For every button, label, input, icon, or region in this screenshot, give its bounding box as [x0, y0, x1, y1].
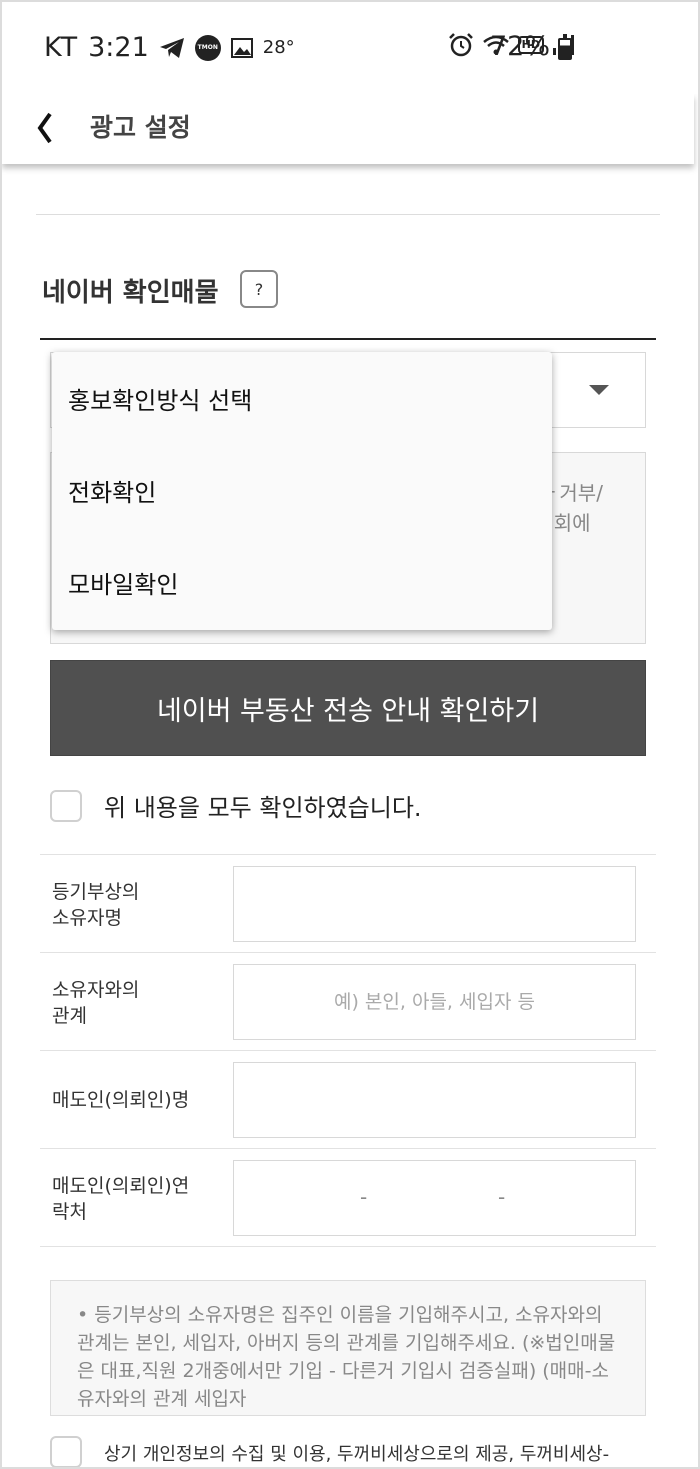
alarm-icon	[448, 32, 474, 58]
carrier-label: KT	[44, 32, 79, 63]
form-row-owner-name: 등기부상의 소유자명	[40, 855, 656, 953]
help-button[interactable]: ?	[240, 270, 278, 308]
clock: 3:21	[88, 32, 149, 63]
confirm-all-checkbox[interactable]	[50, 789, 82, 822]
naver-transfer-guide-button[interactable]: 네이버 부동산 전송 안내 확인하기	[50, 660, 646, 756]
privacy-consent-label: 상기 개인정보의 수집 및 이용, 두꺼비세상으로의 제공, 두꺼비세상-	[104, 1444, 610, 1465]
telegram-icon	[159, 37, 185, 59]
owner-name-input[interactable]	[233, 866, 636, 942]
form-row-owner-relation: 소유자와의 관계	[40, 953, 656, 1051]
battery-percent: 72%	[489, 31, 550, 62]
section-title: 네이버 확인매물	[42, 278, 219, 308]
screen: KT 3:21 TMON 28° HD 72% 광고 설정 네이버 확인매물 ?…	[0, 0, 700, 1469]
back-button[interactable]	[32, 106, 62, 150]
owner-form: 등기부상의 소유자명 소유자와의 관계 매도인(의뢰인)명 매도인(의뢰인)연 …	[40, 854, 656, 1247]
seller-phone-input[interactable]: - -	[233, 1160, 636, 1236]
temperature: 28°	[262, 37, 295, 58]
page-title: 광고 설정	[90, 113, 191, 142]
privacy-consent-row[interactable]: 상기 개인정보의 수집 및 이용, 두꺼비세상으로의 제공, 두꺼비세상-	[50, 1436, 610, 1467]
seller-name-input[interactable]	[233, 1062, 636, 1138]
owner-notice-text: • 등기부상의 소유자명은 집주인 이름을 기입해주시고, 소유자와의 관계는 …	[50, 1280, 646, 1416]
image-icon	[230, 37, 253, 58]
confirm-all-label: 위 내용을 모두 확인하였습니다.	[104, 794, 422, 822]
seller-phone-label: 매도인(의뢰인)연 락처	[52, 1175, 190, 1223]
privacy-consent-checkbox[interactable]	[50, 1436, 82, 1467]
tmon-icon: TMON	[194, 34, 221, 61]
status-bar: KT 3:21 TMON 28° HD 72%	[2, 2, 698, 94]
section-divider	[40, 338, 656, 340]
dropdown-option-mobile[interactable]: 모바일확인	[52, 536, 552, 628]
verification-method-dropdown: 홍보확인방식 선택 전화확인 모바일확인	[52, 352, 552, 630]
dropdown-arrow-icon	[589, 385, 609, 395]
dropdown-option-placeholder[interactable]: 홍보확인방식 선택	[52, 352, 552, 444]
back-arrow-icon	[37, 112, 52, 144]
form-row-seller-phone: 매도인(의뢰인)연 락처 - -	[40, 1149, 656, 1247]
phone-separator: -	[360, 1185, 368, 1209]
dropdown-option-phone[interactable]: 전화확인	[52, 444, 552, 536]
divider	[36, 214, 660, 215]
form-row-seller-name: 매도인(의뢰인)명	[40, 1051, 656, 1149]
owner-relation-input[interactable]	[233, 964, 636, 1040]
seller-name-label: 매도인(의뢰인)명	[52, 1089, 190, 1111]
battery-icon	[558, 34, 572, 60]
owner-relation-label: 소유자와의 관계	[52, 979, 140, 1027]
status-left: KT 3:21 TMON 28°	[44, 32, 295, 63]
app-bar: 광고 설정	[2, 94, 694, 164]
confirm-all-row[interactable]: 위 내용을 모두 확인하였습니다.	[50, 788, 422, 823]
phone-separator: -	[498, 1185, 506, 1209]
owner-name-label: 등기부상의 소유자명	[52, 881, 140, 929]
